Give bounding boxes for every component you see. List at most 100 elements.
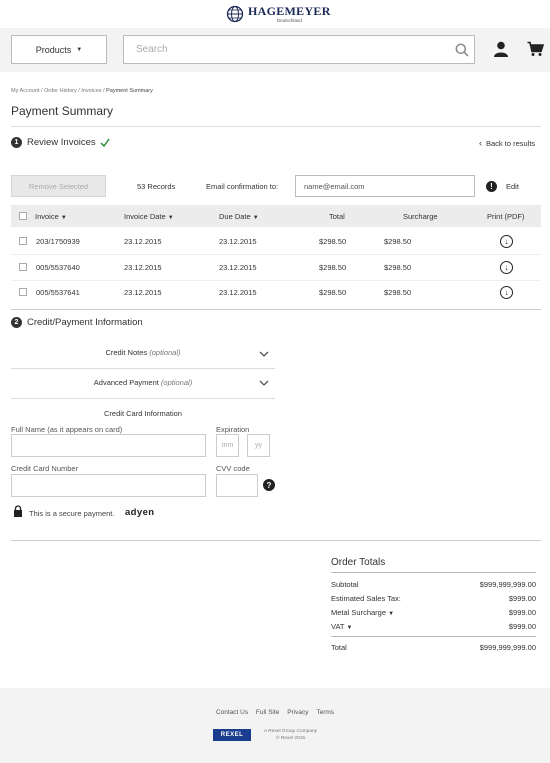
payment-info-title: Credit/Payment Information — [27, 317, 143, 328]
review-invoices-heading: 1 Review Invoices — [11, 137, 110, 148]
full-name-field[interactable] — [11, 434, 206, 457]
select-all-checkbox[interactable] — [19, 212, 27, 220]
rexel-logo: REXEL — [213, 729, 251, 741]
total-value: $999,999,999.00 — [479, 643, 536, 652]
full-name-label: Full Name (as it appears on card) — [11, 425, 123, 434]
cvv-field[interactable] — [216, 474, 258, 497]
invoice-link[interactable]: 203/1750939 — [36, 237, 80, 246]
metal-surcharge-toggle[interactable]: Metal Surcharge ▼ — [331, 608, 394, 617]
section-divider — [11, 309, 541, 310]
company-line: A Rexel Group Company — [264, 729, 318, 734]
row-total: $298.50 — [319, 237, 347, 246]
invoice-table-header: Invoice ▼ Invoice Date ▼ Due Date ▼ Tota… — [11, 205, 541, 227]
footer-link-terms[interactable]: Terms — [316, 709, 334, 716]
adyen-logo: adyen — [125, 507, 155, 518]
order-totals-title: Order Totals — [331, 557, 386, 568]
footer-link-contact[interactable]: Contact Us — [216, 709, 248, 716]
copyright: © Rexel 2015 — [275, 736, 306, 741]
advanced-payment-accordion[interactable]: Advanced Payment (optional) — [11, 378, 275, 387]
total-row: Total $999,999,999.00 — [331, 643, 536, 652]
cc-number-field[interactable] — [11, 474, 206, 497]
search-icon[interactable] — [455, 43, 469, 57]
sales-tax-value: $999.00 — [508, 594, 536, 603]
step-number: 1 — [11, 137, 22, 148]
download-icon[interactable]: ↓ — [500, 235, 513, 248]
section-divider — [11, 540, 541, 541]
globe-icon — [226, 5, 244, 22]
search-input[interactable]: Search — [123, 35, 475, 64]
row-checkbox[interactable] — [19, 263, 27, 271]
row-checkbox[interactable] — [19, 288, 27, 296]
invoice-date: 23.12.2015 — [124, 263, 162, 272]
email-confirmation-input[interactable]: name@email.com — [295, 175, 475, 197]
caret-down-icon: ▼ — [346, 625, 353, 631]
invoice-date: 23.12.2015 — [124, 288, 162, 297]
invoice-link[interactable]: 005/5537640 — [36, 263, 80, 272]
row-checkbox[interactable] — [19, 237, 27, 245]
expiration-label: Expiration — [216, 425, 250, 434]
payment-info-heading: 2 Credit/Payment Information — [11, 317, 143, 328]
advanced-payment-label: Advanced Payment — [93, 378, 159, 387]
credit-notes-accordion[interactable]: Credit Notes (optional) — [11, 348, 275, 357]
help-icon[interactable]: ? — [263, 479, 275, 491]
row-total: $298.50 — [319, 288, 347, 297]
title-divider — [11, 126, 541, 127]
breadcrumb: My Account / Order History / Invoices / … — [11, 88, 153, 94]
caret-down-icon: ▼ — [388, 611, 395, 617]
subtotal-value: $999,999,999.00 — [479, 580, 536, 589]
column-due-date[interactable]: Due Date ▼ — [219, 212, 259, 221]
brand-name: HAGEMEYER — [248, 4, 331, 18]
metal-surcharge-row: Metal Surcharge ▼ $999.00 — [331, 608, 536, 617]
chevron-down-icon[interactable] — [259, 380, 269, 387]
invoice-link[interactable]: 005/5537641 — [36, 288, 80, 297]
footer-link-privacy[interactable]: Privacy — [287, 709, 308, 716]
footer-company-info: A Rexel Group Company © Rexel 2015 — [264, 728, 317, 742]
footer-link-full-site[interactable]: Full Site — [256, 709, 279, 716]
column-invoice-date[interactable]: Invoice Date ▼ — [124, 212, 174, 221]
breadcrumb-order-history[interactable]: Order History — [44, 88, 77, 94]
checkmark-icon — [100, 138, 110, 147]
subtotal-label: Subtotal — [331, 580, 359, 589]
download-icon[interactable]: ↓ — [500, 261, 513, 274]
review-invoices-title: Review Invoices — [27, 137, 96, 148]
page-title: Payment Summary — [11, 104, 114, 118]
sort-down-icon: ▼ — [167, 215, 174, 221]
sales-tax-label: Estimated Sales Tax: — [331, 594, 401, 603]
account-icon[interactable] — [493, 41, 509, 57]
row-total: $298.50 — [319, 263, 347, 272]
breadcrumb-invoices[interactable]: Invoices — [81, 88, 101, 94]
cvv-label: CVV code — [216, 464, 250, 473]
search-placeholder: Search — [136, 44, 168, 55]
due-date: 23.12.2015 — [219, 288, 257, 297]
chevron-left-icon: ‹ — [479, 138, 482, 148]
due-date: 23.12.2015 — [219, 237, 257, 246]
back-to-results-link[interactable]: ‹ Back to results — [479, 138, 535, 148]
products-menu-button[interactable]: Products ▼ — [11, 35, 107, 64]
edit-link[interactable]: Edit — [506, 182, 519, 191]
cart-icon[interactable] — [527, 41, 544, 57]
total-label: Total — [331, 643, 347, 652]
vat-value: $999.00 — [508, 622, 536, 631]
column-invoice[interactable]: Invoice ▼ — [35, 212, 67, 221]
secure-payment-text: This is a secure payment. — [29, 509, 115, 518]
products-label: Products — [35, 44, 72, 55]
email-confirmation-label: Email confirmation to: — [206, 182, 279, 191]
vat-row: VAT ▼ $999.00 — [331, 622, 536, 631]
sort-down-icon: ▼ — [60, 215, 67, 221]
remove-selected-button[interactable]: Remove Selected — [11, 175, 106, 197]
footer — [0, 688, 550, 763]
caret-down-icon: ▼ — [76, 46, 83, 53]
expiration-month-field[interactable]: mm — [216, 434, 239, 457]
breadcrumb-my-account[interactable]: My Account — [11, 88, 39, 94]
vat-toggle[interactable]: VAT ▼ — [331, 622, 352, 631]
sort-down-icon: ▼ — [252, 215, 259, 221]
brand-logo[interactable]: HAGEMEYER Deutschland — [226, 4, 331, 23]
footer-links: Contact Us Full Site Privacy Terms — [0, 709, 550, 716]
breadcrumb-current: Payment Summary — [106, 88, 153, 94]
expiration-year-field[interactable]: yy — [247, 434, 270, 457]
chevron-down-icon[interactable] — [259, 351, 269, 358]
row-surcharge: $298.50 — [384, 237, 412, 246]
info-icon[interactable]: ! — [486, 181, 497, 192]
row-surcharge: $298.50 — [384, 263, 412, 272]
download-icon[interactable]: ↓ — [500, 286, 513, 299]
